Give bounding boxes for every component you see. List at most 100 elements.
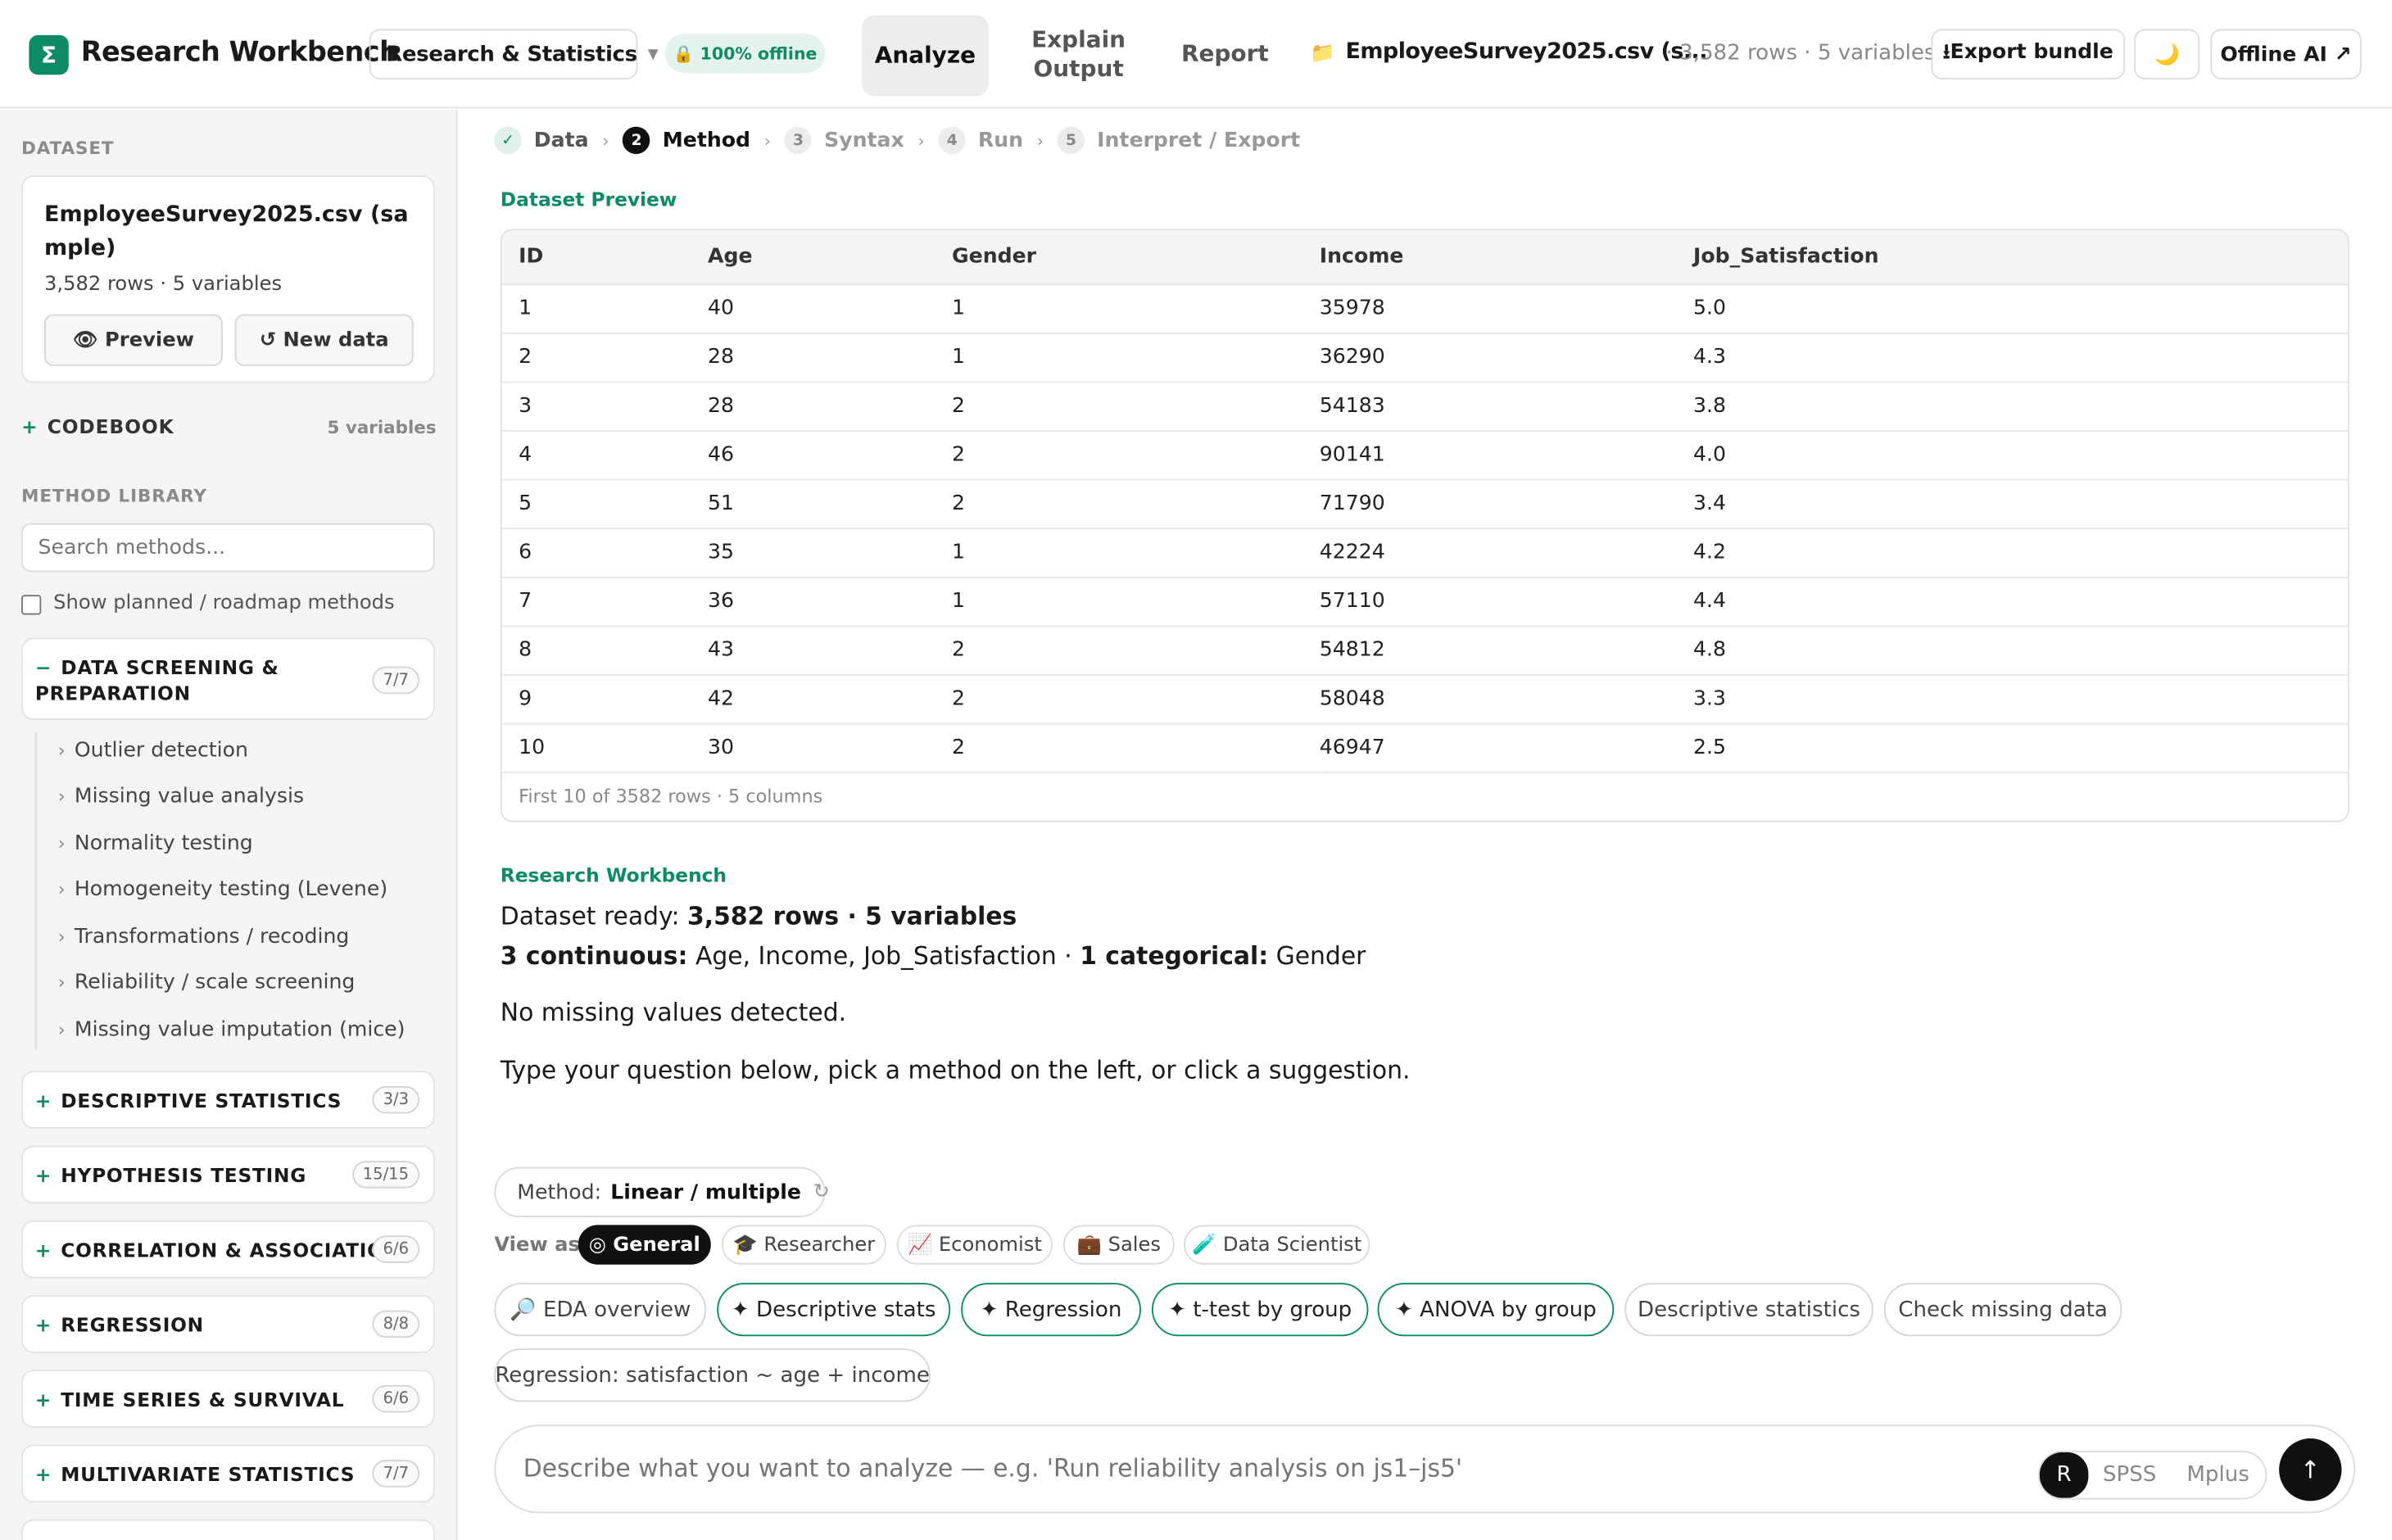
- method-item[interactable]: › Homogeneity testing (Levene): [58, 877, 387, 902]
- category-descriptive-statistics[interactable]: + DESCRIPTIVE STATISTICS 3/3: [21, 1071, 435, 1130]
- view-as-data-scientist[interactable]: 🧪 Data Scientist: [1184, 1225, 1370, 1265]
- export-bundle-button[interactable]: ⭳Export bundle: [1931, 29, 2126, 79]
- table-cell: 3.8: [1693, 381, 2348, 432]
- step-number: 5: [1057, 126, 1085, 155]
- table-cell: 42224: [1319, 528, 1694, 578]
- suggestion-anova[interactable]: ✦ ANOVA by group: [1377, 1283, 1615, 1337]
- view-as-economist[interactable]: 📈 Economist: [896, 1225, 1053, 1265]
- table-cell: 9: [501, 674, 709, 724]
- category-data-screening[interactable]: − DATA SCREENING & PREPARATION 7/7: [21, 637, 435, 720]
- table-row: 2 28 1 36290 4.3: [501, 332, 2348, 383]
- category-count-badge: 15/15: [351, 1161, 420, 1189]
- table-cell: 28: [708, 381, 953, 432]
- send-button[interactable]: ↑: [2279, 1438, 2342, 1502]
- table-footer: First 10 of 3582 rows · 5 columns: [519, 786, 823, 808]
- step-separator-icon: ›: [1036, 130, 1044, 151]
- step-data[interactable]: Data: [534, 128, 589, 152]
- workspace-dropdown[interactable]: Research & Statistics ▼: [369, 29, 659, 79]
- suggestion-descriptive-stats[interactable]: ✦ Descriptive stats: [717, 1283, 951, 1337]
- theme-toggle-button[interactable]: 🌙: [2134, 29, 2200, 79]
- plus-icon: +: [34, 1313, 52, 1337]
- method-item[interactable]: › Outlier detection: [58, 738, 248, 763]
- table-cell: 35978: [1319, 283, 1694, 333]
- table-cell: 4.8: [1693, 625, 2348, 676]
- message-ready-line: Dataset ready: 3,582 rows · 5 variables: [501, 902, 1017, 931]
- message-hint: Type your question below, pick a method …: [500, 1055, 1411, 1085]
- category-time-series-survival[interactable]: + TIME SERIES & SURVIVAL 6/6: [21, 1370, 435, 1429]
- message-variable-types: 3 continuous: Age, Income, Job_Satisfact…: [501, 941, 1366, 970]
- method-item-label: Transformations / recoding: [74, 924, 350, 949]
- suggestion-regression-formula[interactable]: Regression: satisfaction ~ age + income: [494, 1348, 931, 1402]
- codebook-toggle[interactable]: + CODEBOOK 5 variables: [21, 415, 437, 446]
- codebook-count: 5 variables: [327, 416, 437, 438]
- tab-explain-output[interactable]: Explain Output: [1021, 25, 1137, 85]
- table-cell: 54183: [1319, 381, 1694, 432]
- main-panel: ✓ Data › 2 Method › 3 Syntax › 4 Run › 5 Inte…: [460, 110, 2392, 1540]
- new-data-button[interactable]: ↺ New data: [234, 314, 414, 366]
- method-item[interactable]: › Transformations / recoding: [58, 924, 350, 949]
- preview-button[interactable]: 👁 Preview: [44, 314, 223, 366]
- ready-counts: 3,582 rows · 5 variables: [687, 901, 1017, 931]
- table-cell: 2: [501, 332, 709, 383]
- table-cell: 4.4: [1693, 576, 2348, 627]
- table-cell: 10: [501, 722, 709, 773]
- tab-report[interactable]: Report: [1173, 37, 1277, 70]
- table-cell: 1: [952, 576, 1320, 627]
- chat-input[interactable]: [523, 1453, 1988, 1483]
- category-count-badge: 8/8: [372, 1310, 420, 1338]
- method-item[interactable]: › Reliability / scale screening: [58, 970, 356, 994]
- suggestion-check-missing[interactable]: Check missing data: [1883, 1283, 2122, 1337]
- lang-spss[interactable]: SPSS: [2088, 1452, 2171, 1498]
- method-search-input[interactable]: [21, 523, 435, 573]
- view-as-sales[interactable]: 💼 Sales: [1062, 1225, 1175, 1265]
- offline-ai-button[interactable]: Offline AI ↗: [2210, 29, 2362, 79]
- table-cell: 7: [501, 576, 709, 627]
- chevron-right-icon: ›: [57, 878, 66, 900]
- table-row: 1 40 1 35978 5.0: [501, 283, 2348, 333]
- table-cell: 2.5: [1693, 722, 2348, 773]
- message-sender: Research Workbench: [500, 863, 727, 886]
- step-syntax[interactable]: Syntax: [824, 128, 904, 152]
- category-title: − DATA SCREENING & PREPARATION: [35, 654, 340, 706]
- method-item[interactable]: › Normality testing: [58, 831, 253, 856]
- category-count-badge: 7/7: [372, 666, 420, 695]
- step-method[interactable]: Method: [663, 128, 750, 152]
- method-pill[interactable]: Method: Linear / multiple ↻: [494, 1166, 830, 1218]
- dataset-preview-label: Dataset Preview: [500, 188, 677, 211]
- column-header: Age: [708, 230, 953, 285]
- lang-mplus[interactable]: Mplus: [2171, 1452, 2265, 1498]
- step-run[interactable]: Run: [978, 128, 1023, 152]
- categorical-vars: Gender: [1268, 940, 1366, 971]
- plus-icon: +: [34, 1388, 52, 1411]
- show-planned-checkbox[interactable]: [21, 595, 42, 615]
- tab-analyze[interactable]: Analyze: [862, 15, 989, 97]
- view-as-researcher[interactable]: 🎓 Researcher: [721, 1225, 886, 1265]
- tab-explain-line2: Output: [1033, 55, 1124, 83]
- table-cell: 6: [501, 528, 709, 578]
- category-regression[interactable]: + REGRESSION 8/8: [21, 1295, 435, 1353]
- suggestion-t-test[interactable]: ✦ t-test by group: [1151, 1283, 1369, 1337]
- suggestion-descriptive-statistics[interactable]: Descriptive statistics: [1624, 1283, 1873, 1337]
- chevron-right-icon: ›: [57, 832, 66, 854]
- method-item[interactable]: › Missing value imputation (mice): [58, 1017, 405, 1042]
- suggestion-eda-overview[interactable]: 🔎 EDA overview: [494, 1283, 707, 1337]
- view-as-general[interactable]: ◎ General: [578, 1225, 711, 1265]
- category-label: DATA SCREENING & PREPARATION: [34, 655, 279, 705]
- category-hypothesis-testing[interactable]: + HYPOTHESIS TESTING 15/15: [21, 1145, 435, 1204]
- refresh-icon[interactable]: ↻: [813, 1180, 830, 1203]
- table-cell: 36: [708, 576, 953, 627]
- table-cell: 30: [708, 722, 953, 773]
- category-correlation-association[interactable]: + CORRELATION & ASSOCIATION 6/6: [21, 1220, 435, 1279]
- category-multivariate-statistics[interactable]: + MULTIVARIATE STATISTICS 7/7: [21, 1444, 435, 1503]
- show-planned-row[interactable]: Show planned / roadmap methods: [21, 592, 395, 615]
- message-missing: No missing values detected.: [500, 997, 847, 1027]
- step-interpret-export[interactable]: Interpret / Export: [1097, 128, 1300, 152]
- category-more[interactable]: [21, 1519, 435, 1540]
- method-item[interactable]: › Missing value analysis: [58, 784, 304, 808]
- category-count-badge: 6/6: [372, 1235, 420, 1263]
- table-cell: 46: [708, 430, 953, 480]
- lang-r[interactable]: R: [2039, 1452, 2089, 1498]
- suggestion-regression[interactable]: ✦ Regression: [961, 1283, 1141, 1337]
- category-label: HYPOTHESIS TESTING: [61, 1163, 307, 1187]
- chevron-right-icon: ›: [57, 926, 66, 948]
